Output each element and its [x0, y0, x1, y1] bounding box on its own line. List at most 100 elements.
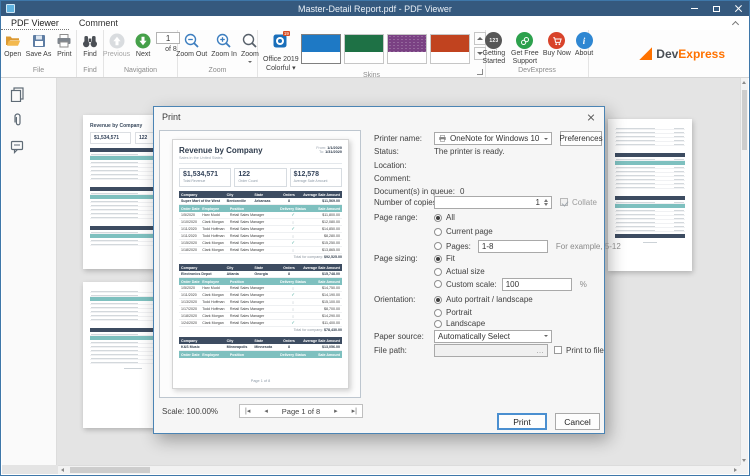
- comments-button[interactable]: [9, 138, 25, 154]
- vertical-scrollbar[interactable]: [740, 78, 748, 465]
- custom-scale-input[interactable]: 100: [502, 278, 572, 291]
- range-all-radio[interactable]: All: [434, 213, 455, 222]
- copies-input[interactable]: 1: [434, 196, 552, 209]
- horizontal-scrollbar[interactable]: [58, 465, 740, 474]
- skin-swatch-red[interactable]: [430, 34, 470, 64]
- ribbon-tab-row: PDF Viewer Comment: [1, 16, 749, 30]
- horizontal-scroll-thumb[interactable]: [70, 467, 150, 473]
- sale-amount-cell: $14,750.00: [309, 286, 342, 290]
- close-icon: [734, 4, 743, 13]
- next-page-button[interactable]: ▸: [334, 407, 338, 415]
- skin-swatch-blue[interactable]: [301, 34, 341, 64]
- skin-swatch-green[interactable]: [344, 34, 384, 64]
- column-header: City: [225, 266, 253, 270]
- skin-dropdown-button[interactable]: 19 Office 2019 Colorful ▾: [261, 32, 301, 72]
- orientation-landscape-radio[interactable]: Landscape: [434, 319, 485, 328]
- ribbon: Open Save As Print File Find F: [1, 30, 749, 78]
- order-date-cell: 1/5/2020: [179, 286, 200, 290]
- location-label: Location:: [374, 161, 434, 170]
- preview-page: Revenue by Company Sales in the United S…: [172, 139, 349, 389]
- ribbon-collapse-button[interactable]: [731, 18, 741, 28]
- delivered-icon: [291, 293, 295, 297]
- position-cell: Retail Sales Manager: [228, 234, 277, 238]
- printer-select[interactable]: OneNote for Windows 10: [434, 132, 552, 145]
- range-pages-radio[interactable]: Pages:: [434, 242, 471, 251]
- column-header: State: [252, 266, 280, 270]
- next-page-button[interactable]: Next: [132, 32, 154, 59]
- zoom-out-button[interactable]: Zoom Out: [174, 32, 209, 59]
- radio-icon: [434, 228, 442, 236]
- stat-value: $12,578: [294, 171, 338, 178]
- orientation-auto-radio[interactable]: Auto portrait / landscape: [434, 295, 533, 304]
- open-button[interactable]: Open: [2, 32, 24, 59]
- total-label: Total for company:: [294, 328, 324, 332]
- arrow-down-circle-icon: [134, 32, 152, 50]
- file-path-input[interactable]: …: [434, 344, 548, 357]
- pages-input[interactable]: 1-8: [478, 240, 548, 253]
- vertical-scroll-thumb[interactable]: [742, 90, 747, 150]
- employee-cell: Todd Hoffman: [200, 234, 228, 238]
- master-data-row: K&S MusicMinneapolisMinnesota8$13,056.00: [179, 344, 342, 351]
- buy-now-button[interactable]: Buy Now: [541, 32, 573, 58]
- pending-icon: [292, 301, 295, 305]
- binoculars-icon: [81, 32, 99, 50]
- copies-spinner[interactable]: [544, 197, 548, 208]
- spin-down-icon: [544, 203, 548, 208]
- total-value: $78,430.00: [324, 328, 342, 332]
- collate-checkbox[interactable]: Collate: [560, 198, 597, 207]
- detail-data-row: 1/15/2020Clark MorganRetail Sales Manage…: [179, 240, 342, 247]
- paper-source-select[interactable]: Automatically Select: [434, 330, 552, 343]
- column-header: Order Date: [179, 280, 200, 284]
- column-header: Orders: [280, 266, 298, 270]
- sale-amount-cell: $11,400.00: [309, 321, 342, 325]
- skin-color-blue: [302, 35, 340, 52]
- print-confirm-button[interactable]: Print: [497, 413, 547, 430]
- column-header: Orders: [280, 193, 298, 197]
- print-to-file-checkbox[interactable]: Print to file: [554, 346, 604, 355]
- master-cell: Bentonville: [225, 199, 253, 203]
- sizing-actual-radio[interactable]: Actual size: [434, 267, 485, 276]
- close-button[interactable]: [727, 1, 749, 16]
- minimize-button[interactable]: [683, 1, 705, 16]
- skin-swatch-purple[interactable]: [387, 34, 427, 64]
- order-date-cell: 1/24/2020: [179, 321, 200, 325]
- delivery-status-cell: [277, 248, 310, 253]
- preferences-button[interactable]: Preferences: [560, 131, 602, 146]
- order-date-cell: 1/11/2020: [179, 227, 200, 231]
- maximize-button[interactable]: [705, 1, 727, 16]
- column-header: State: [252, 193, 280, 197]
- attachments-button[interactable]: [9, 112, 25, 128]
- previous-label: Previous: [103, 51, 130, 59]
- tab-comment[interactable]: Comment: [69, 16, 128, 30]
- tab-pdf-viewer[interactable]: PDF Viewer: [1, 16, 69, 30]
- sizing-custom-radio[interactable]: Custom scale:: [434, 280, 497, 289]
- previous-page-button[interactable]: Previous: [101, 32, 132, 59]
- getting-started-button[interactable]: 123 Getting Started: [479, 32, 509, 65]
- range-current-radio[interactable]: Current page: [434, 227, 493, 236]
- copies-label: Number of copies:: [374, 198, 434, 207]
- get-free-support-button[interactable]: Get Free Support: [509, 32, 541, 65]
- save-as-button[interactable]: Save As: [24, 32, 54, 59]
- maximize-icon: [713, 6, 720, 12]
- pending-icon: [292, 308, 295, 312]
- master-data-row: Super Mart of the WestBentonvilleArkansa…: [179, 198, 342, 205]
- master-cell: Super Mart of the West: [179, 199, 225, 203]
- find-button[interactable]: Find: [79, 32, 101, 59]
- first-page-button[interactable]: |◂: [245, 407, 250, 415]
- zoom-in-button[interactable]: Zoom In: [209, 32, 239, 59]
- save-icon: [30, 32, 48, 50]
- orientation-portrait-radio[interactable]: Portrait: [434, 308, 472, 317]
- cancel-button[interactable]: Cancel: [555, 413, 600, 430]
- previous-page-button[interactable]: ◂: [264, 407, 268, 415]
- master-cell: Minnesota: [252, 345, 280, 349]
- print-button[interactable]: Print: [53, 32, 75, 59]
- skins-dialog-launcher-icon[interactable]: [477, 69, 483, 75]
- ribbon-group-file: Open Save As Print File: [1, 30, 77, 77]
- last-page-button[interactable]: ▸|: [352, 407, 357, 415]
- order-date-cell: 1/5/2020: [179, 213, 200, 217]
- page-thumbnails-button[interactable]: [9, 86, 25, 102]
- status-label: Status:: [374, 147, 434, 156]
- chevron-down-icon: [544, 138, 548, 142]
- about-button[interactable]: i About: [573, 32, 595, 58]
- sizing-fit-radio[interactable]: Fit: [434, 254, 455, 263]
